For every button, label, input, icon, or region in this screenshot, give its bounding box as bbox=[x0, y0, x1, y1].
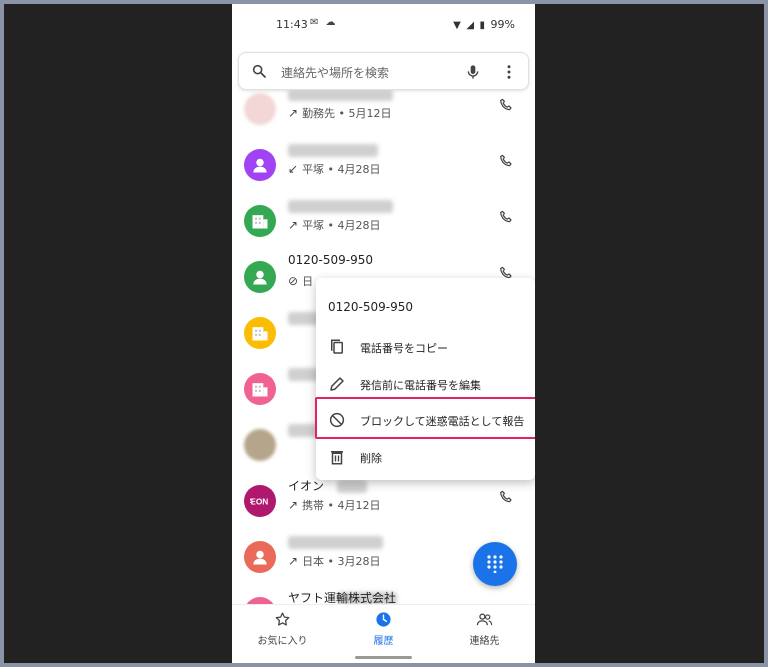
contact-name: 0120-509-950 bbox=[288, 253, 374, 267]
gesture-handle[interactable] bbox=[355, 656, 412, 659]
call-detail-text: 日 bbox=[302, 275, 314, 288]
menu-item-delete[interactable]: 削除 bbox=[316, 440, 535, 476]
people-icon bbox=[476, 613, 493, 626]
call-icon[interactable] bbox=[498, 489, 514, 505]
call-direction-icon: ↗ bbox=[288, 554, 299, 568]
building-icon bbox=[252, 383, 268, 397]
blurred-name bbox=[288, 536, 383, 549]
call-icon[interactable] bbox=[498, 97, 514, 113]
call-row[interactable]: ↗ 平塚 • 4月28日 bbox=[232, 194, 535, 250]
call-direction-icon: ↗ bbox=[288, 218, 299, 232]
call-detail-text: 携帯 • 4月12日 bbox=[302, 499, 381, 512]
avatar bbox=[244, 317, 276, 349]
call-direction-icon: ↗ bbox=[288, 498, 299, 512]
blurred-name bbox=[288, 200, 393, 213]
status-right: ▼ ◢ ▮ 99% bbox=[453, 18, 515, 31]
call-detail-text: 平塚 • 4月28日 bbox=[302, 163, 381, 176]
building-icon bbox=[252, 215, 268, 229]
menu-item-label: 削除 bbox=[360, 452, 382, 465]
contact-name: イオン bbox=[288, 479, 325, 493]
search-icon bbox=[252, 64, 266, 78]
call-icon[interactable] bbox=[498, 153, 514, 169]
avatar bbox=[244, 261, 276, 293]
signal-icon: ◢ bbox=[466, 20, 475, 31]
call-detail: ↗ 平塚 • 4月28日 bbox=[288, 217, 381, 233]
notification-icons: ✉ ☁ bbox=[310, 17, 338, 28]
edit-icon bbox=[330, 377, 344, 391]
menu-title: 0120-509-950 bbox=[328, 300, 414, 314]
avatar bbox=[244, 93, 276, 125]
call-detail-text: 勤務先 • 5月12日 bbox=[302, 107, 392, 120]
tab-label: 履歴 bbox=[373, 636, 394, 647]
mic-icon[interactable] bbox=[465, 63, 481, 81]
call-direction-icon: ↙ bbox=[288, 162, 299, 176]
person-icon bbox=[253, 270, 267, 285]
search-bar[interactable]: 連絡先や場所を検索 bbox=[238, 52, 529, 90]
menu-item-label: 発信前に電話番号を編集 bbox=[360, 379, 481, 392]
highlight-box bbox=[315, 397, 535, 439]
bottom-navigation: お気に入り 履歴 連絡先 bbox=[232, 604, 535, 663]
dialpad-fab[interactable] bbox=[473, 542, 517, 586]
battery-icon: ▮ bbox=[479, 20, 486, 31]
search-placeholder: 連絡先や場所を検索 bbox=[281, 66, 390, 80]
context-menu: 0120-509-950 電話番号をコピー 発信前に電話番号を編集 ブロックして… bbox=[316, 278, 535, 480]
call-detail: ↙ 平塚 • 4月28日 bbox=[288, 161, 381, 177]
blurred-name bbox=[288, 90, 393, 101]
dialpad-icon bbox=[487, 555, 503, 573]
menu-item-copy[interactable]: 電話番号をコピー bbox=[316, 330, 535, 366]
more-vert-icon[interactable] bbox=[504, 63, 514, 81]
svg-text:ÆON: ÆON bbox=[250, 496, 268, 506]
tab-label: お気に入り bbox=[257, 636, 308, 647]
status-bar: 11:43 ✉ ☁ ▼ ◢ ▮ 99% bbox=[232, 4, 535, 46]
tab-contacts[interactable]: 連絡先 bbox=[434, 605, 535, 655]
avatar bbox=[244, 205, 276, 237]
person-icon bbox=[253, 158, 267, 173]
call-detail: ⊘ 日 bbox=[288, 273, 313, 289]
phone-screen: 11:43 ✉ ☁ ▼ ◢ ▮ 99% 連絡先や場所を検索 ↗ 勤務先 • 5月1… bbox=[232, 4, 535, 663]
call-detail: ↗ 携帯 • 4月12日 bbox=[288, 497, 381, 513]
star-icon bbox=[275, 612, 290, 626]
tab-label: 連絡先 bbox=[469, 636, 500, 647]
menu-item-label: 電話番号をコピー bbox=[360, 342, 448, 355]
call-detail: ↗ 日本 • 3月28日 bbox=[288, 553, 381, 569]
blurred-name bbox=[337, 480, 367, 493]
call-icon[interactable] bbox=[498, 209, 514, 225]
contact-name: ヤフト運輸株式会社 bbox=[288, 591, 397, 605]
call-detail-text: 日本 • 3月28日 bbox=[302, 555, 381, 568]
person-icon bbox=[253, 550, 267, 565]
avatar bbox=[244, 373, 276, 405]
call-detail-text: 平塚 • 4月28日 bbox=[302, 219, 381, 232]
delete-icon bbox=[331, 451, 343, 465]
call-row[interactable]: ↗ 勤務先 • 5月12日 bbox=[232, 90, 535, 138]
battery-level: 99% bbox=[490, 18, 515, 31]
avatar bbox=[244, 429, 276, 461]
call-row[interactable]: ヤフト運輸株式会社 bbox=[232, 586, 535, 605]
call-direction-icon: ↗ bbox=[288, 106, 299, 120]
copy-icon bbox=[331, 339, 343, 354]
blurred-name bbox=[288, 144, 378, 157]
call-direction-icon: ⊘ bbox=[288, 274, 299, 288]
avatar: ÆON bbox=[244, 485, 276, 517]
call-row[interactable]: ÆON イオン ↗携帯 • 4月12日 bbox=[232, 474, 535, 530]
wifi-icon: ▼ bbox=[453, 20, 461, 31]
call-row[interactable]: ↙ 平塚 • 4月28日 bbox=[232, 138, 535, 194]
avatar bbox=[244, 149, 276, 181]
tab-favorites[interactable]: お気に入り bbox=[232, 605, 333, 655]
status-time: 11:43 bbox=[276, 18, 308, 31]
building-icon bbox=[252, 327, 268, 341]
aeon-logo-icon: ÆON bbox=[250, 496, 268, 506]
avatar bbox=[244, 541, 276, 573]
tab-history[interactable]: 履歴 bbox=[333, 605, 434, 655]
clock-icon bbox=[376, 612, 391, 627]
call-detail: ↗ 勤務先 • 5月12日 bbox=[288, 105, 392, 121]
